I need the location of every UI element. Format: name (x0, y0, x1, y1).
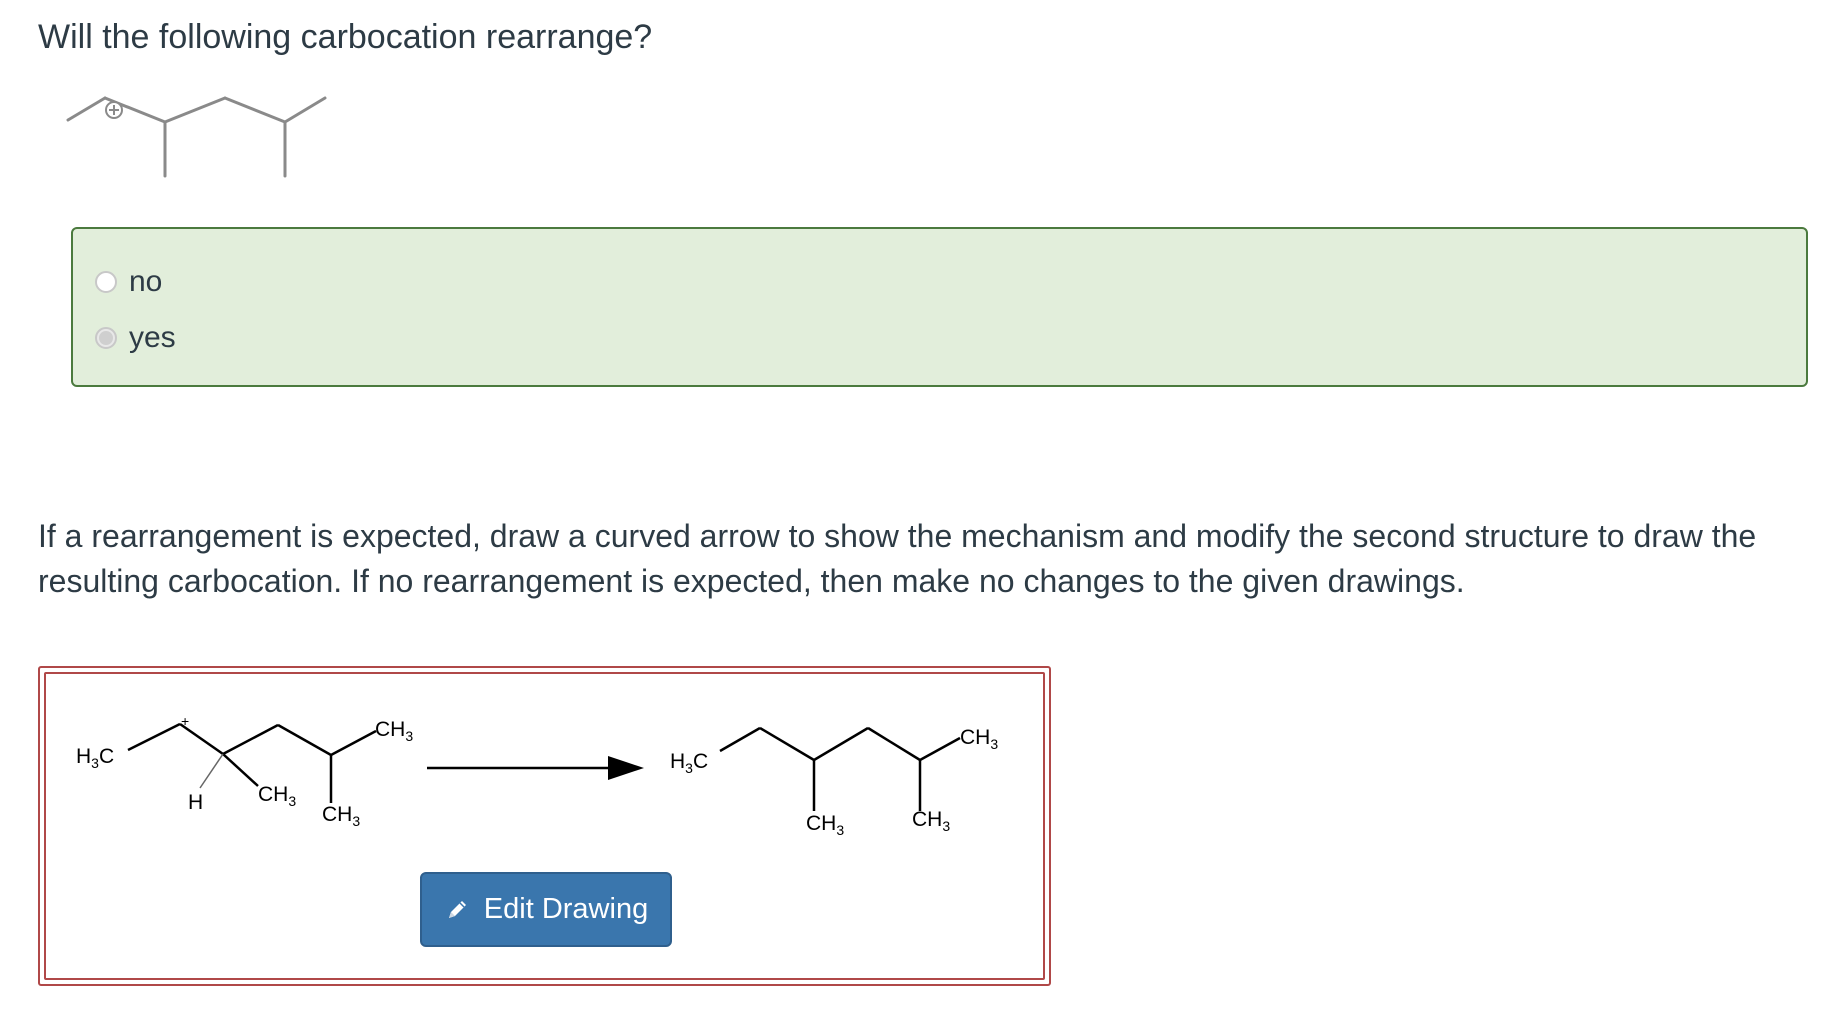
edit-drawing-button[interactable]: Edit Drawing (420, 872, 672, 947)
option-no-label: no (129, 265, 163, 298)
positive-charge-icon (105, 101, 123, 119)
reactant-h-label: H (188, 791, 203, 814)
mechanism-drawing[interactable]: H3C + H CH3 CH3 CH3 H3C CH3 CH3 CH3 (40, 668, 1049, 868)
product-structure[interactable] (719, 726, 961, 811)
question-prompt: Will the following carbocation rearrange… (38, 18, 653, 56)
carbocation-structure (66, 96, 327, 178)
radio-yes[interactable] (95, 327, 117, 349)
product-ch3-top-label: CH3 (960, 726, 998, 752)
reactant-h3c-label: H3C (76, 745, 114, 771)
radio-no[interactable] (95, 271, 117, 293)
option-yes[interactable]: yes (95, 321, 176, 355)
drawing-panel[interactable]: H3C + H CH3 CH3 CH3 H3C CH3 CH3 CH3 Edit… (38, 666, 1051, 986)
option-no[interactable]: no (95, 265, 162, 299)
reaction-arrow (427, 756, 644, 780)
reactant-ch3-a-label: CH3 (258, 783, 296, 809)
answer-options: no yes (71, 227, 1808, 387)
product-h3c-label: H3C (670, 750, 708, 776)
radio-selected-dot (99, 331, 113, 345)
edit-drawing-label: Edit Drawing (483, 893, 649, 925)
reactant-structure[interactable] (127, 722, 377, 803)
instructions-text: If a rearrangement is expected, draw a c… (38, 518, 1757, 599)
reactant-ch3-top-label: CH3 (375, 718, 413, 744)
pencil-icon (448, 900, 466, 918)
reactant-ch3-b-label: CH3 (322, 803, 360, 829)
product-ch3-b-label: CH3 (912, 808, 950, 834)
product-ch3-a-label: CH3 (806, 812, 844, 838)
reactant-charge: + (181, 713, 189, 729)
option-yes-label: yes (129, 321, 176, 354)
